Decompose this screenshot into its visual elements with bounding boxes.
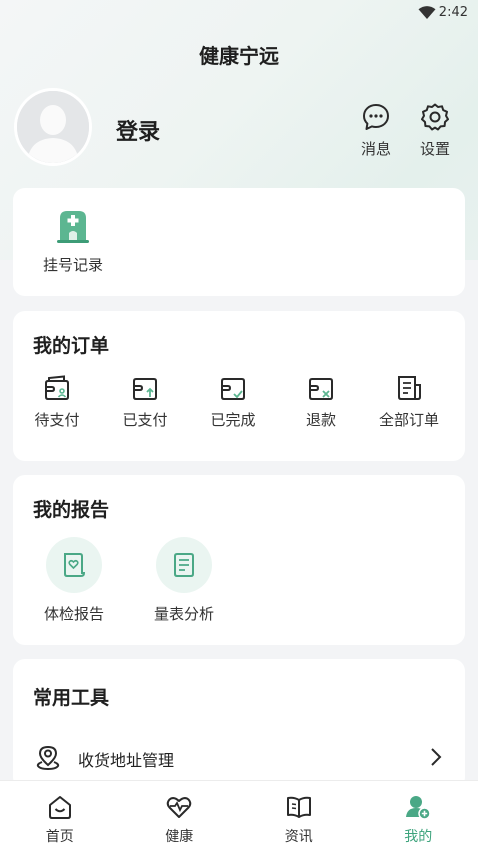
settings-label: 设置 (419, 140, 450, 158)
checkup-report-icon (64, 553, 86, 577)
reports-title: 我的报告 (33, 499, 110, 521)
checkup-report-button[interactable]: 体检报告 (34, 537, 114, 624)
location-pin-icon (36, 745, 60, 770)
scale-analysis-label: 量表分析 (153, 605, 214, 623)
order-all[interactable]: 全部订单 (365, 373, 453, 430)
order-completed[interactable]: 已完成 (189, 373, 277, 430)
registration-record-label: 挂号记录 (42, 256, 103, 274)
status-bar: 2:42 (0, 0, 478, 26)
messages-button[interactable]: 消息 (351, 102, 401, 159)
address-management-row[interactable]: 收货地址管理 (13, 739, 465, 775)
order-completed-label: 已完成 (210, 411, 256, 429)
gear-icon (421, 103, 449, 131)
tab-news[interactable]: 资讯 (239, 781, 359, 850)
wallet-person-icon (45, 375, 69, 400)
login-link[interactable]: 登录 (116, 114, 160, 146)
document-list-icon (398, 376, 421, 400)
registration-card: 挂号记录 (13, 188, 465, 296)
default-avatar-icon (17, 91, 89, 163)
home-icon (48, 796, 71, 819)
order-refund[interactable]: 退款 (277, 373, 365, 430)
wallet-up-icon (133, 378, 157, 400)
tab-news-label: 资讯 (284, 829, 313, 845)
tab-health-label: 健康 (165, 829, 194, 845)
tools-title: 常用工具 (33, 687, 110, 709)
order-all-label: 全部订单 (378, 411, 439, 429)
tab-health[interactable]: 健康 (120, 781, 240, 850)
tab-home-label: 首页 (45, 829, 74, 845)
order-pending-payment[interactable]: 待支付 (13, 373, 101, 430)
book-icon (286, 796, 311, 818)
tab-mine-label: 我的 (404, 829, 433, 845)
orders-row: 待支付 已支付 已完成 退款 全部订单 (13, 373, 465, 430)
bottom-tab-bar: 首页 健康 资讯 我的 (0, 780, 478, 850)
tab-mine[interactable]: 我的 (359, 781, 478, 850)
order-paid-label: 已支付 (122, 411, 168, 429)
hospital-icon (57, 211, 89, 243)
registration-record-button[interactable]: 挂号记录 (33, 208, 113, 275)
address-management-label: 收货地址管理 (78, 751, 175, 770)
checkup-report-label: 体检报告 (43, 605, 104, 623)
tools-card: 常用工具 收货地址管理 (13, 659, 465, 789)
wallet-check-icon (221, 378, 245, 400)
orders-card: 我的订单 待支付 已支付 已完成 退款 全部订单 (13, 311, 465, 461)
scale-analysis-button[interactable]: 量表分析 (144, 537, 224, 624)
page-title: 健康宁远 (199, 44, 279, 68)
status-time: 2:42 (438, 5, 468, 20)
chat-bubble-icon (363, 104, 389, 130)
wallet-x-icon (309, 378, 333, 400)
tab-home[interactable]: 首页 (0, 781, 120, 850)
order-pending-payment-label: 待支付 (34, 411, 80, 429)
scale-analysis-icon (174, 553, 194, 577)
order-refund-label: 退款 (305, 411, 336, 429)
reports-card: 我的报告 体检报告 量表分析 (13, 475, 465, 645)
orders-title: 我的订单 (33, 335, 110, 357)
user-icon (406, 796, 431, 820)
chevron-right-icon (431, 748, 442, 766)
avatar[interactable] (14, 88, 92, 166)
heart-pulse-icon (167, 797, 192, 818)
wifi-icon (418, 6, 436, 19)
order-paid[interactable]: 已支付 (101, 373, 189, 430)
messages-label: 消息 (360, 140, 391, 158)
settings-button[interactable]: 设置 (410, 102, 460, 159)
